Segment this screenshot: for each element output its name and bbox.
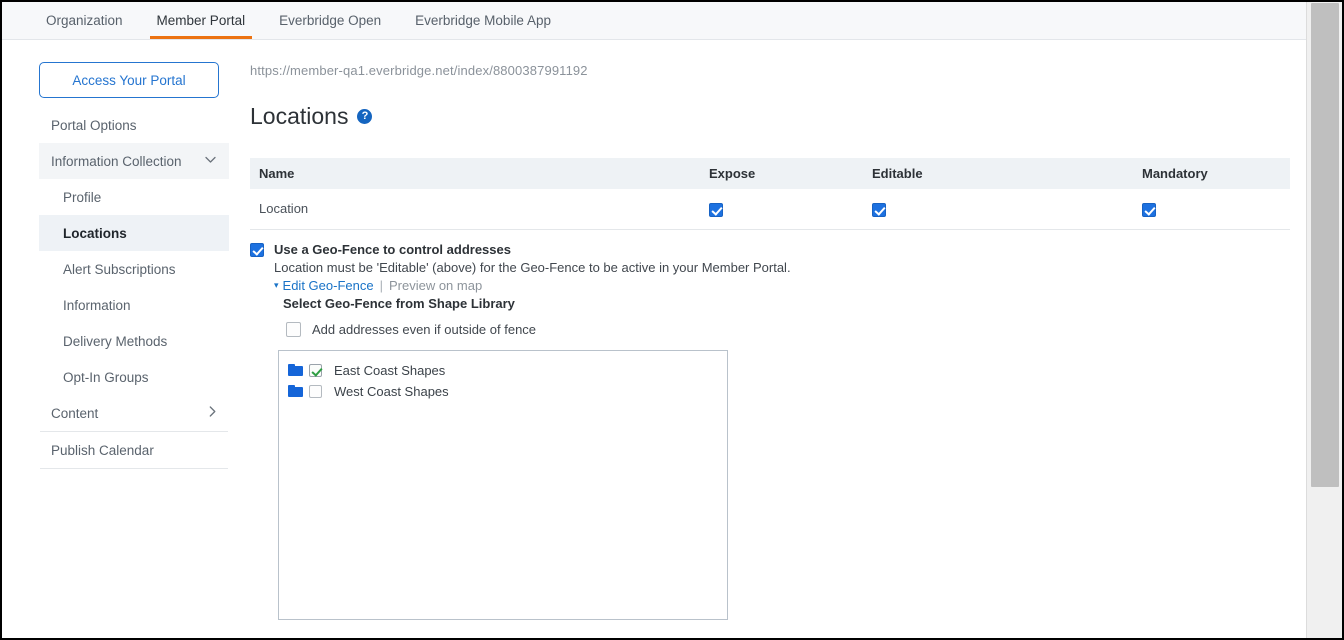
page-body: Access Your Portal Portal Options Inform… [2, 41, 1308, 638]
sidebar-item-locations[interactable]: Locations [39, 215, 229, 251]
folder-icon [288, 385, 303, 397]
sidebar-item-label: Information [63, 297, 131, 313]
tab-label: Member Portal [156, 13, 246, 28]
sidebar-nav: Portal Options Information Collection Pr… [39, 107, 229, 469]
chevron-down-icon [205, 156, 216, 167]
column-header-name: Name [250, 158, 700, 189]
geofence-section: Use a Geo-Fence to control addresses Loc… [250, 241, 1292, 620]
tab-label: Everbridge Open [279, 13, 382, 28]
use-geofence-label: Use a Geo-Fence to control addresses [274, 241, 511, 257]
tree-item-east-coast-shapes[interactable]: East Coast Shapes [288, 360, 727, 381]
app-window: Organization Member Portal Everbridge Op… [0, 0, 1344, 640]
sidebar-item-alert-subscriptions[interactable]: Alert Subscriptions [39, 251, 229, 287]
sidebar-item-opt-in-groups[interactable]: Opt-In Groups [39, 359, 229, 395]
sidebar-item-label: Publish Calendar [51, 442, 154, 458]
geofence-links: ▾ Edit Geo-Fence | Preview on map [274, 278, 1292, 293]
sidebar-item-label: Profile [63, 189, 102, 205]
sidebar-item-label: Portal Options [51, 117, 137, 133]
cell-expose [700, 189, 863, 230]
add-outside-fence-label: Add addresses even if outside of fence [312, 321, 537, 337]
sidebar-item-publish-calendar[interactable]: Publish Calendar [39, 432, 229, 468]
sidebar: Access Your Portal Portal Options Inform… [39, 62, 229, 469]
cell-editable [863, 189, 1133, 230]
sidebar-item-information-collection[interactable]: Information Collection [39, 143, 229, 179]
use-geofence-checkbox[interactable] [250, 242, 264, 257]
sidebar-item-delivery-methods[interactable]: Delivery Methods [39, 323, 229, 359]
tab-everbridge-mobile-app[interactable]: Everbridge Mobile App [398, 2, 568, 39]
tab-organization[interactable]: Organization [29, 2, 140, 39]
editable-checkbox[interactable] [872, 202, 886, 217]
sidebar-item-portal-options[interactable]: Portal Options [39, 107, 229, 143]
sidebar-item-label: Information Collection [51, 153, 182, 169]
folder-icon [288, 364, 303, 376]
tree-item-label: West Coast Shapes [334, 383, 449, 399]
access-your-portal-label: Access Your Portal [72, 72, 186, 88]
tab-everbridge-open[interactable]: Everbridge Open [262, 2, 398, 39]
sidebar-item-label: Delivery Methods [63, 333, 168, 349]
sidebar-item-content[interactable]: Content [39, 395, 229, 431]
expose-checkbox[interactable] [709, 202, 723, 217]
tree-item-west-coast-shapes[interactable]: West Coast Shapes [288, 381, 727, 402]
page-title: Locations [250, 103, 349, 129]
tab-label: Everbridge Mobile App [415, 13, 551, 28]
sidebar-item-profile[interactable]: Profile [39, 179, 229, 215]
preview-on-map-link[interactable]: Preview on map [389, 278, 482, 293]
portal-url: https://member-qa1.everbridge.net/index/… [250, 63, 588, 78]
select-geofence-label: Select Geo-Fence from Shape Library [283, 295, 515, 311]
geofence-note: Location must be 'Editable' (above) for … [274, 259, 791, 275]
mandatory-checkbox[interactable] [1142, 202, 1156, 217]
caret-down-icon: ▾ [274, 279, 279, 290]
access-your-portal-button[interactable]: Access Your Portal [39, 62, 219, 98]
main-content: https://member-qa1.everbridge.net/index/… [250, 63, 1292, 620]
help-icon[interactable]: ? [357, 109, 373, 124]
cell-mandatory [1133, 189, 1290, 230]
table-row: Location [250, 189, 1290, 230]
table-body: Location [250, 189, 1290, 230]
chevron-right-icon [209, 406, 216, 420]
sidebar-item-label: Locations [63, 225, 127, 241]
locations-table: Name Expose Editable Mandatory Location [250, 158, 1290, 230]
cell-name: Location [250, 189, 700, 230]
page-title-row: Locations ? [250, 103, 1292, 130]
tab-label: Organization [46, 13, 123, 28]
sidebar-item-label: Alert Subscriptions [63, 261, 176, 277]
table-header-row: Name Expose Editable Mandatory [250, 158, 1290, 189]
add-outside-fence-checkbox[interactable] [286, 321, 301, 337]
link-separator: | [379, 277, 383, 293]
edit-geofence-link[interactable]: Edit Geo-Fence [283, 278, 374, 293]
add-outside-fence-row: Add addresses even if outside of fence [286, 321, 1292, 337]
column-header-expose: Expose [700, 158, 863, 189]
sidebar-item-label: Opt-In Groups [63, 369, 149, 385]
table-header: Name Expose Editable Mandatory [250, 158, 1290, 189]
main-tab-bar: Organization Member Portal Everbridge Op… [2, 2, 1308, 40]
tree-item-checkbox[interactable] [309, 384, 322, 398]
tab-member-portal[interactable]: Member Portal [140, 2, 263, 39]
shape-library-tree[interactable]: East Coast Shapes West Coast Shapes [278, 349, 728, 620]
column-header-mandatory: Mandatory [1133, 158, 1290, 189]
scrollbar-thumb[interactable] [1311, 3, 1339, 487]
sidebar-divider [40, 468, 228, 469]
sidebar-item-label: Content [51, 405, 99, 421]
vertical-scrollbar[interactable] [1306, 2, 1342, 638]
column-header-editable: Editable [863, 158, 1133, 189]
sidebar-item-information[interactable]: Information [39, 287, 229, 323]
tree-item-checkbox[interactable] [309, 363, 322, 377]
use-geofence-row: Use a Geo-Fence to control addresses [250, 241, 1292, 257]
tree-item-label: East Coast Shapes [334, 362, 446, 378]
